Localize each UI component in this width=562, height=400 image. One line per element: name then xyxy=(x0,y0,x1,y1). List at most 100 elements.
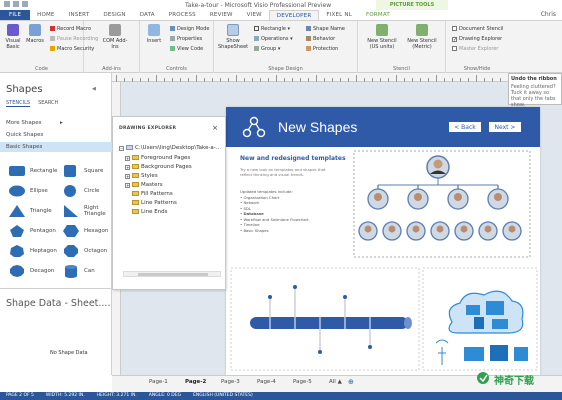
code-icon xyxy=(170,46,175,51)
tab-process[interactable]: PROCESS xyxy=(162,10,203,20)
next-button[interactable]: Next > xyxy=(488,121,522,133)
tab-view[interactable]: VIEW xyxy=(240,10,269,20)
expand-icon[interactable]: + xyxy=(125,174,130,179)
status-height: HEIGHT: 3.271 IN. xyxy=(96,393,137,398)
undo-icon[interactable] xyxy=(13,1,19,7)
basic-shapes-item[interactable]: Basic Shapes xyxy=(0,142,112,152)
redo-icon[interactable] xyxy=(22,1,28,7)
view-code-label: View Code xyxy=(177,46,204,52)
tab-insert[interactable]: INSERT xyxy=(62,10,97,20)
shape-hexagon[interactable]: Hexagon xyxy=(62,221,114,241)
com-addins-button[interactable]: COM Add-Ins xyxy=(102,24,128,50)
shape-right-triangle[interactable]: Right Triangle xyxy=(62,201,114,221)
page-tab-1[interactable]: Page-1 xyxy=(149,379,168,385)
visual-basic-button[interactable]: Visual Basic xyxy=(3,24,23,50)
shape-pentagon[interactable]: Pentagon xyxy=(8,221,60,241)
shape-octagon[interactable]: Octagon xyxy=(62,241,114,261)
status-page[interactable]: PAGE 2 OF 5 xyxy=(6,392,34,400)
document-stencil-checkbox[interactable]: Document Stencil xyxy=(452,26,503,32)
shape-rectangle[interactable]: Rectangle xyxy=(8,161,60,181)
rectangle-shape-icon xyxy=(9,166,25,176)
ruler-tick xyxy=(276,75,277,82)
tab-review[interactable]: REVIEW xyxy=(203,10,240,20)
shape-decagon[interactable]: Decagon xyxy=(8,261,60,281)
tree-background-pages[interactable]: + Background Pages xyxy=(125,164,192,170)
protection-button[interactable]: Protection xyxy=(306,46,338,52)
status-language[interactable]: ENGLISH (UNITED STATES) xyxy=(193,392,253,400)
new-stencil-us-button[interactable]: New Stencil (US units) xyxy=(364,24,400,50)
shape-circle[interactable]: Circle xyxy=(62,181,114,201)
rectangle-tool-button[interactable]: Rectangle ▾ xyxy=(254,26,290,32)
insert-control-button[interactable]: Insert xyxy=(144,24,164,44)
shape-ellipse[interactable]: Ellipse xyxy=(8,181,60,201)
collapse-icon[interactable]: − xyxy=(119,146,124,151)
timeline-graphic[interactable] xyxy=(230,267,420,371)
org-chart-graphic[interactable] xyxy=(352,149,532,259)
tab-design[interactable]: DESIGN xyxy=(96,10,132,20)
shape-heptagon[interactable]: Heptagon xyxy=(8,241,60,261)
tab-file[interactable]: FILE xyxy=(0,10,31,20)
folder-icon xyxy=(132,182,139,187)
show-hide-group-label: Show/Hide xyxy=(463,66,491,72)
expand-icon[interactable]: + xyxy=(125,183,130,188)
page-tab-3[interactable]: Page-3 xyxy=(221,379,240,385)
network-diagram-graphic[interactable] xyxy=(422,267,538,371)
save-icon[interactable] xyxy=(4,1,10,7)
back-button[interactable]: < Back xyxy=(448,121,482,133)
controls-group: Insert Design Mode Properties View Code … xyxy=(140,21,214,73)
tree-root[interactable]: − C:\Users\ling\Desktop\Take-a-... xyxy=(119,145,221,151)
close-icon[interactable]: × xyxy=(212,124,218,132)
square-shape-icon xyxy=(64,165,76,177)
panel-collapse-icon[interactable]: ◀ xyxy=(92,86,96,92)
tab-developer[interactable]: DEVELOPER xyxy=(268,10,320,20)
view-code-button[interactable]: View Code xyxy=(170,46,203,52)
new-stencil-metric-button[interactable]: New Stencil (Metric) xyxy=(404,24,440,50)
page-tab-5[interactable]: Page-5 xyxy=(293,379,312,385)
user-name[interactable]: Chris xyxy=(541,11,556,18)
page-tab-2[interactable]: Page-2 xyxy=(185,379,206,385)
group-button[interactable]: Group ▾ xyxy=(254,46,280,52)
page-tab-4[interactable]: Page-4 xyxy=(257,379,276,385)
tree-fill-patterns[interactable]: Fill Patterns xyxy=(125,191,173,197)
tab-stencils[interactable]: STENCILS xyxy=(6,100,31,107)
show-shapesheet-button[interactable]: Show ShapeSheet xyxy=(218,24,248,50)
all-pages-button[interactable]: All ▲ xyxy=(329,379,342,385)
scrollbar-thumb[interactable] xyxy=(138,273,208,276)
macros-button[interactable]: Macros xyxy=(25,24,45,44)
drawing-explorer-checkbox[interactable]: Drawing Explorer xyxy=(452,36,502,42)
shape-can[interactable]: Can xyxy=(62,261,114,281)
shape-name-button[interactable]: Shape Name xyxy=(306,26,345,32)
more-shapes-item[interactable]: More Shapes ▸ xyxy=(0,118,112,128)
tab-fixel[interactable]: FIXEL NL xyxy=(319,10,359,20)
tab-home[interactable]: HOME xyxy=(30,10,62,20)
properties-button[interactable]: Properties xyxy=(170,36,202,42)
visual-basic-icon xyxy=(7,24,19,36)
expand-icon[interactable]: + xyxy=(125,156,130,161)
master-explorer-label: Master Explorer xyxy=(459,46,499,52)
tree-foreground-pages[interactable]: + Foreground Pages xyxy=(125,155,190,161)
tooltip-title: Undo the ribbon xyxy=(511,76,557,82)
quick-shapes-item[interactable]: Quick Shapes xyxy=(0,130,112,140)
operations-button[interactable]: Operations ▾ xyxy=(254,36,293,42)
folder-icon xyxy=(132,173,139,178)
tree-line-ends[interactable]: Line Ends xyxy=(125,209,168,215)
tree-masters[interactable]: + Masters xyxy=(125,182,163,188)
tree-line-patterns[interactable]: Line Patterns xyxy=(125,200,177,206)
expand-icon[interactable]: + xyxy=(125,165,130,170)
behavior-button[interactable]: Behavior xyxy=(306,36,335,42)
tab-format[interactable]: FORMAT xyxy=(359,10,397,20)
picture-tools-context-label: PICTURE TOOLS xyxy=(376,0,448,10)
slide-page[interactable]: New Shapes < Back Next > New and redesig… xyxy=(226,107,540,375)
group-label: Group xyxy=(261,46,277,52)
tab-data[interactable]: DATA xyxy=(133,10,162,20)
properties-icon xyxy=(170,36,175,41)
pause-icon xyxy=(50,36,55,41)
master-explorer-checkbox[interactable]: Master Explorer xyxy=(452,46,498,52)
tab-search[interactable]: SEARCH xyxy=(38,100,58,107)
tree-styles[interactable]: + Styles xyxy=(125,173,158,179)
shape-square[interactable]: Square xyxy=(62,161,114,181)
add-page-icon[interactable]: ⊕ xyxy=(348,378,354,386)
shape-triangle[interactable]: Triangle xyxy=(8,201,60,221)
design-mode-button[interactable]: Design Mode xyxy=(170,26,209,32)
explorer-horizontal-scrollbar[interactable] xyxy=(123,271,221,277)
